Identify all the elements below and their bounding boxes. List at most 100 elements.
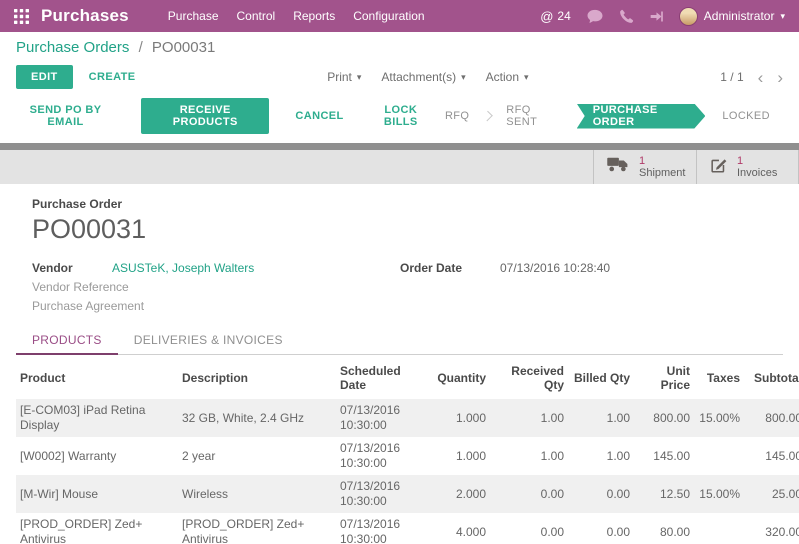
chat-icon[interactable] bbox=[586, 9, 604, 24]
main-menu: Purchase Control Reports Configuration bbox=[159, 5, 434, 27]
send-po-by-email-button[interactable]: SEND PO BY EMAIL bbox=[16, 104, 115, 128]
breadcrumb-purchase-orders[interactable]: Purchase Orders bbox=[16, 39, 129, 56]
cell-billed-qty: 0.00 bbox=[568, 513, 634, 544]
cell-received-qty: 1.00 bbox=[490, 399, 568, 437]
cell-taxes bbox=[694, 513, 744, 544]
menu-control[interactable]: Control bbox=[228, 5, 285, 27]
edit-button[interactable]: EDIT bbox=[16, 65, 73, 89]
col-billed-qty: Billed Qty bbox=[568, 355, 634, 399]
edit-note-icon bbox=[709, 155, 728, 179]
cell-scheduled-date: 07/13/2016 10:30:00 bbox=[336, 437, 428, 475]
menu-reports[interactable]: Reports bbox=[284, 5, 344, 27]
cell-quantity: 2.000 bbox=[428, 475, 490, 513]
table-row[interactable]: [M-Wir] Mouse Wireless 07/13/2016 10:30:… bbox=[16, 475, 799, 513]
cell-taxes: 15.00% bbox=[694, 475, 744, 513]
shipment-stat-button[interactable]: 1 Shipment bbox=[593, 150, 696, 184]
order-lines-table: Product Description Scheduled Date Quant… bbox=[16, 355, 799, 544]
status-pipeline: RFQ RFQ SENT PURCHASE ORDER LOCKED bbox=[432, 104, 783, 129]
attachments-dropdown[interactable]: Attachment(s)▾ bbox=[381, 70, 465, 84]
col-description: Description bbox=[178, 355, 336, 399]
stat-button-band: 1 Shipment 1 Invoices bbox=[0, 150, 799, 184]
user-menu[interactable]: Administrator ▾ bbox=[679, 7, 785, 26]
cell-taxes: 15.00% bbox=[694, 399, 744, 437]
cell-description: 32 GB, White, 2.4 GHz bbox=[178, 399, 336, 437]
vendor-value-link[interactable]: ASUSTeK, Joseph Walters bbox=[112, 259, 254, 278]
cell-subtotal: 145.00 bbox=[744, 437, 799, 475]
state-rfq-sent[interactable]: RFQ SENT bbox=[493, 104, 568, 128]
page-title: PO00031 bbox=[32, 214, 783, 245]
cell-scheduled-date: 07/13/2016 10:30:00 bbox=[336, 475, 428, 513]
purchase-agreement-field: Purchase Agreement bbox=[32, 297, 400, 316]
tab-products[interactable]: PRODUCTS bbox=[16, 326, 118, 355]
cell-product: [E-COM03] iPad Retina Display bbox=[16, 399, 178, 437]
cell-received-qty: 0.00 bbox=[490, 475, 568, 513]
phone-icon[interactable] bbox=[619, 9, 634, 24]
app-name[interactable]: Purchases bbox=[41, 6, 129, 26]
tab-deliveries-invoices[interactable]: DELIVERIES & INVOICES bbox=[118, 326, 299, 354]
chevron-right-icon bbox=[483, 111, 494, 122]
pager-next-icon[interactable]: › bbox=[777, 69, 783, 86]
cell-received-qty: 0.00 bbox=[490, 513, 568, 544]
table-row[interactable]: [W0002] Warranty 2 year 07/13/2016 10:30… bbox=[16, 437, 799, 475]
print-dropdown[interactable]: Print▾ bbox=[327, 70, 361, 84]
breadcrumb-separator: / bbox=[139, 39, 143, 56]
cell-unit-price: 800.00 bbox=[634, 399, 694, 437]
col-product: Product bbox=[16, 355, 178, 399]
statusbar: SEND PO BY EMAIL RECEIVE PRODUCTS CANCEL… bbox=[0, 95, 799, 143]
user-name: Administrator bbox=[704, 9, 775, 23]
state-rfq[interactable]: RFQ bbox=[432, 110, 482, 122]
cell-subtotal: 320.00 bbox=[744, 513, 799, 544]
vendor-label: Vendor bbox=[32, 259, 112, 278]
at-icon: @ bbox=[540, 9, 553, 24]
action-menus: Print▾ Attachment(s)▾ Action▾ bbox=[327, 70, 528, 84]
avatar bbox=[679, 7, 698, 26]
col-scheduled-date: Scheduled Date bbox=[336, 355, 428, 399]
apps-grid-icon[interactable] bbox=[14, 9, 29, 24]
pager-value[interactable]: 1 / 1 bbox=[720, 70, 743, 84]
invoices-label: Invoices bbox=[737, 167, 777, 179]
cell-product: [PROD_ORDER] Zed+ Antivirus bbox=[16, 513, 178, 544]
vendor-reference-label: Vendor Reference bbox=[32, 278, 112, 297]
vendor-reference-field: Vendor Reference bbox=[32, 278, 400, 297]
order-date-field: Order Date 07/13/2016 10:28:40 bbox=[400, 259, 610, 278]
chevron-down-icon: ▾ bbox=[357, 73, 362, 82]
breadcrumb: Purchase Orders / PO00031 bbox=[16, 39, 783, 56]
menu-configuration[interactable]: Configuration bbox=[344, 5, 433, 27]
order-date-value: 07/13/2016 10:28:40 bbox=[500, 259, 610, 278]
shipment-label: Shipment bbox=[639, 167, 685, 179]
chevron-down-icon: ▾ bbox=[524, 73, 529, 82]
col-quantity: Quantity bbox=[428, 355, 490, 399]
mentions-counter[interactable]: @ 24 bbox=[540, 9, 571, 24]
cell-quantity: 1.000 bbox=[428, 437, 490, 475]
lock-bills-button[interactable]: LOCK BILLS bbox=[370, 104, 432, 128]
field-group: Vendor ASUSTeK, Joseph Walters Vendor Re… bbox=[32, 259, 783, 316]
pager-previous-icon[interactable]: ‹ bbox=[758, 69, 764, 86]
receive-products-button[interactable]: RECEIVE PRODUCTS bbox=[141, 98, 269, 134]
create-button[interactable]: CREATE bbox=[89, 71, 136, 83]
chevron-down-icon: ▾ bbox=[780, 12, 785, 21]
sheet-top-strip bbox=[0, 143, 799, 150]
top-navbar: Purchases Purchase Control Reports Confi… bbox=[0, 0, 799, 32]
sign-in-icon[interactable] bbox=[649, 9, 664, 24]
cell-unit-price: 12.50 bbox=[634, 475, 694, 513]
menu-purchase[interactable]: Purchase bbox=[159, 5, 228, 27]
cancel-button[interactable]: CANCEL bbox=[295, 110, 343, 122]
action-dropdown[interactable]: Action▾ bbox=[486, 70, 529, 84]
cell-description: 2 year bbox=[178, 437, 336, 475]
invoices-stat-button[interactable]: 1 Invoices bbox=[696, 150, 799, 184]
order-date-label: Order Date bbox=[400, 259, 500, 278]
table-row[interactable]: [E-COM03] iPad Retina Display 32 GB, Whi… bbox=[16, 399, 799, 437]
table-row[interactable]: [PROD_ORDER] Zed+ Antivirus [PROD_ORDER]… bbox=[16, 513, 799, 544]
col-unit-price: Unit Price bbox=[634, 355, 694, 399]
state-locked[interactable]: LOCKED bbox=[709, 110, 783, 122]
state-purchase-order-active[interactable]: PURCHASE ORDER bbox=[577, 104, 706, 129]
col-taxes: Taxes bbox=[694, 355, 744, 399]
col-received-qty: Received Qty bbox=[490, 355, 568, 399]
cell-quantity: 4.000 bbox=[428, 513, 490, 544]
cell-scheduled-date: 07/13/2016 10:30:00 bbox=[336, 399, 428, 437]
cell-taxes bbox=[694, 437, 744, 475]
col-subtotal: Subtotal bbox=[744, 355, 799, 399]
truck-icon bbox=[606, 156, 630, 178]
cell-unit-price: 145.00 bbox=[634, 437, 694, 475]
chevron-down-icon: ▾ bbox=[461, 73, 466, 82]
